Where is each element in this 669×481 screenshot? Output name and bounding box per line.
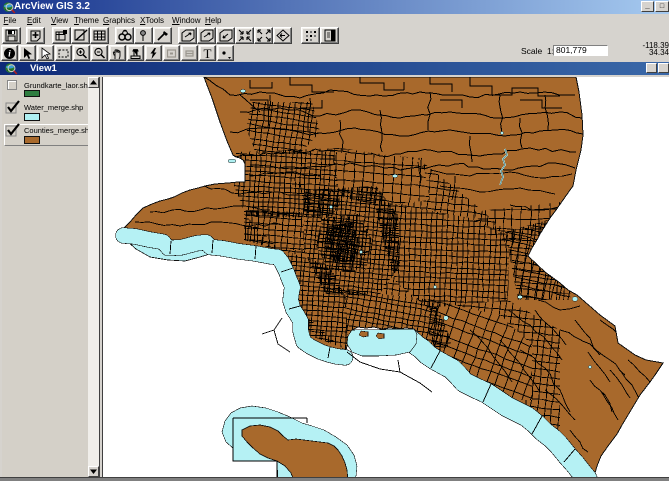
svg-text:T: T bbox=[204, 47, 212, 60]
